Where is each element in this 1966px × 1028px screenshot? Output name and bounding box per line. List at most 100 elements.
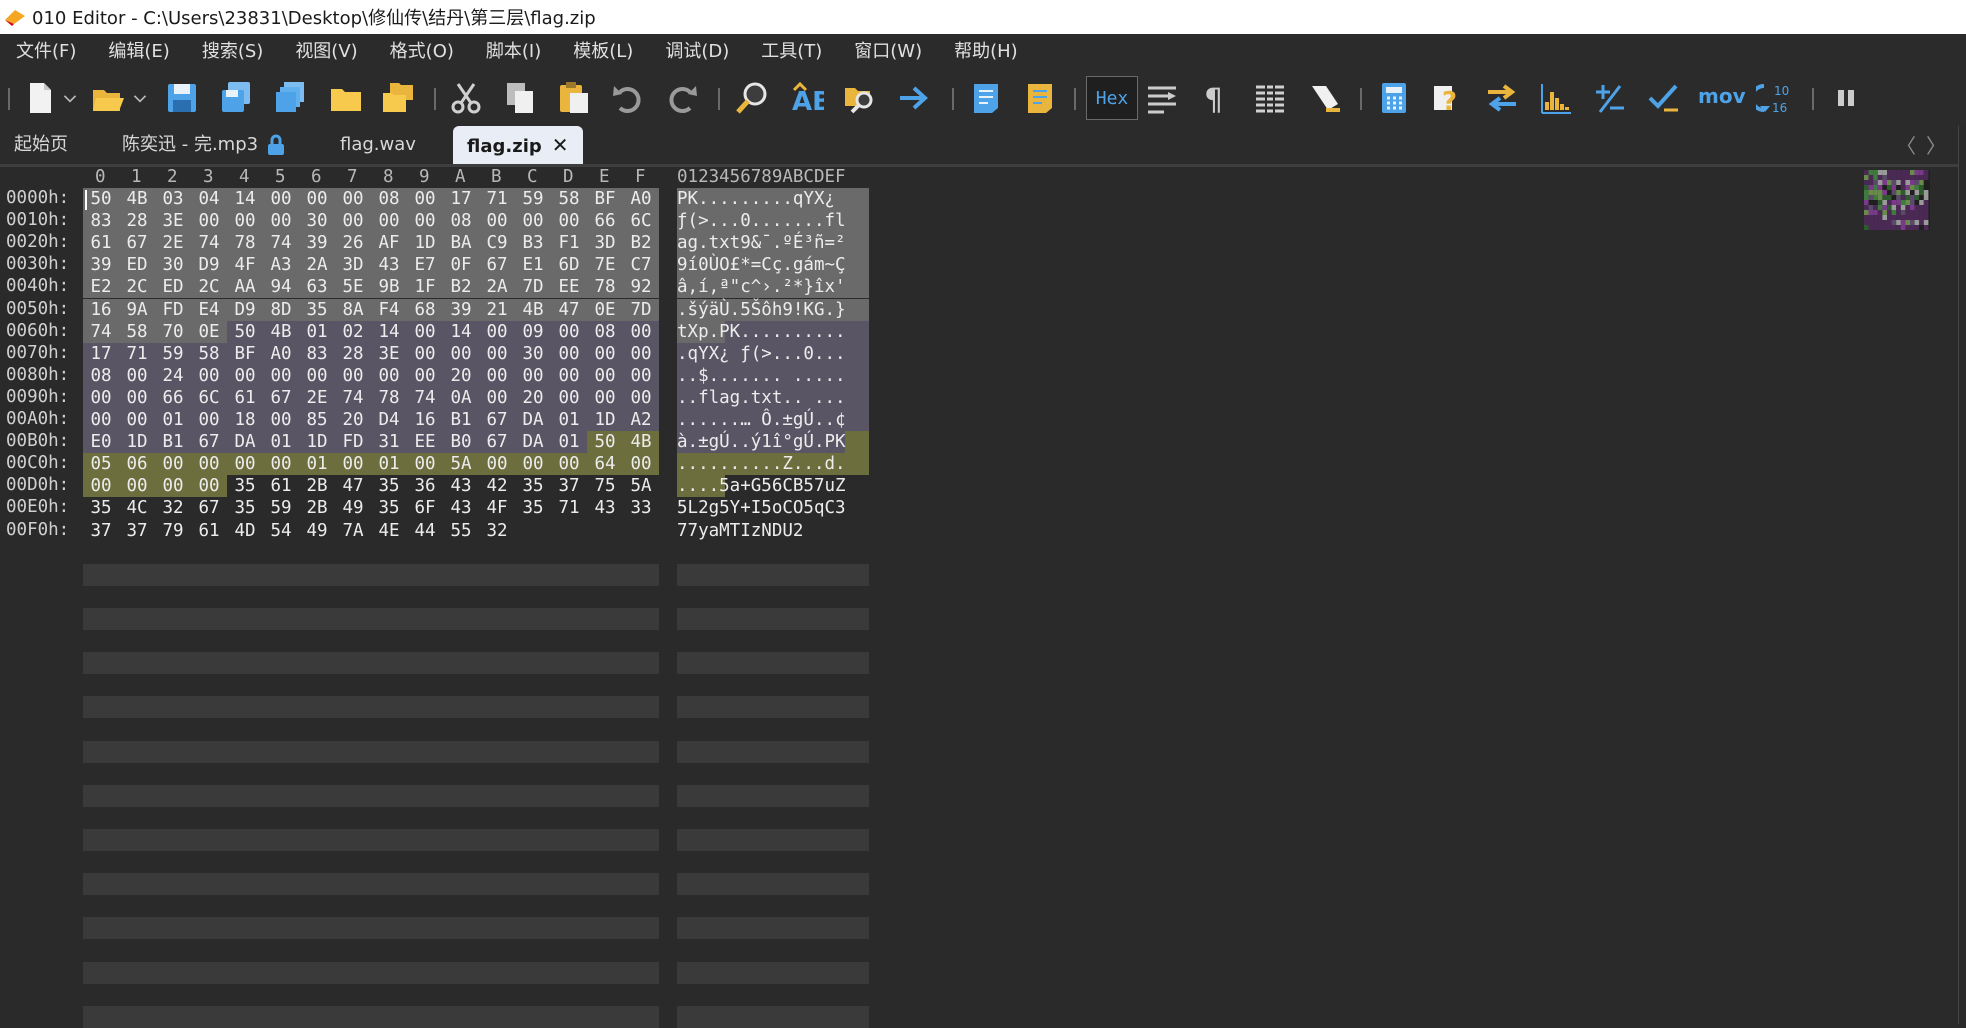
ascii-row[interactable]: 9í0ÙO£*=Cç.gám~Ç [677,254,869,277]
hex-byte[interactable]: 30 [299,210,335,233]
hex-byte[interactable]: 75 [587,475,623,497]
hex-byte[interactable]: 49 [299,520,335,542]
base-converter-button[interactable]: 10 16 [1754,78,1794,118]
hex-byte[interactable]: 00 [479,342,515,365]
hex-byte[interactable]: 20 [335,409,371,431]
hex-byte[interactable]: 00 [191,453,227,476]
hex-byte[interactable]: 74 [335,386,371,409]
hex-byte[interactable]: 00 [587,364,623,387]
hex-byte[interactable]: 0A [443,386,479,409]
hex-byte[interactable]: 78 [227,232,263,255]
ascii-row[interactable]: .qYX¿ ƒ(>...0... [677,342,869,365]
hex-byte[interactable]: 4B [263,320,299,343]
hex-byte[interactable]: 4C [119,497,155,519]
hex-byte[interactable]: 14 [443,320,479,343]
hex-byte[interactable]: 71 [479,188,515,210]
hex-byte[interactable]: 28 [335,342,371,365]
hex-byte[interactable]: E0 [83,431,119,454]
ascii-row[interactable]: tXp.PK.......... [677,320,869,343]
menu-help[interactable]: 帮助(H) [938,34,1034,70]
hex-byte[interactable]: 47 [551,298,587,321]
hex-byte[interactable]: 00 [191,409,227,431]
hex-byte[interactable]: 39 [83,254,119,277]
hex-byte[interactable]: 58 [551,188,587,210]
menu-search[interactable]: 搜索(S) [186,34,279,70]
hex-byte[interactable]: 9A [119,298,155,321]
hex-byte[interactable]: 00 [587,386,623,409]
hex-byte[interactable]: 00 [83,475,119,498]
hex-byte[interactable]: 00 [263,210,299,233]
hex-byte[interactable]: 00 [623,364,659,387]
hex-byte[interactable]: 2E [155,232,191,255]
hex-byte[interactable]: 83 [83,210,119,233]
tab-start-page[interactable]: 起始页 [14,126,68,164]
replace-button[interactable]: AB [786,78,826,118]
hex-byte[interactable]: 1D [299,431,335,454]
hex-byte[interactable]: 00 [443,342,479,365]
hex-byte[interactable]: F1 [551,232,587,255]
open-folder-button[interactable] [326,78,366,118]
hex-byte[interactable]: BF [587,188,623,210]
hex-byte[interactable]: C7 [623,254,659,277]
hex-byte[interactable]: 59 [515,188,551,210]
pause-button[interactable] [1826,78,1866,118]
hex-byte[interactable]: 67 [119,232,155,255]
redo-button[interactable] [662,78,702,118]
hex-byte[interactable]: 74 [263,232,299,255]
hex-byte[interactable]: E7 [407,254,443,277]
save-button[interactable] [162,78,202,118]
tab-flag-zip[interactable]: flag.zip ✕ [453,126,583,164]
undo-button[interactable] [608,78,648,118]
hex-byte[interactable]: 00 [407,342,443,365]
hex-byte[interactable]: 01 [299,320,335,343]
hex-byte[interactable]: 00 [119,386,155,409]
hex-byte[interactable]: 00 [335,188,371,210]
hex-byte[interactable]: 04 [191,188,227,210]
hex-byte[interactable]: 00 [407,364,443,387]
menu-tools[interactable]: 工具(T) [745,34,838,70]
hex-byte[interactable]: 36 [407,475,443,497]
menu-template[interactable]: 模板(L) [557,34,649,70]
hex-byte[interactable]: 61 [263,475,299,497]
hex-byte[interactable]: 26 [335,232,371,255]
hex-byte[interactable]: 24 [155,364,191,387]
hex-byte[interactable]: 35 [83,497,119,519]
hex-byte[interactable]: 4B [623,431,659,454]
hex-byte[interactable]: 1D [587,409,623,431]
hex-byte[interactable]: 2E [299,386,335,409]
hex-byte[interactable]: 74 [407,386,443,409]
operations-button[interactable] [1590,78,1630,118]
hex-byte[interactable]: 7E [587,254,623,277]
copy-button[interactable] [500,78,540,118]
hex-byte[interactable]: 39 [299,232,335,255]
hex-byte[interactable]: AA [227,276,263,299]
hex-byte[interactable]: 61 [227,386,263,409]
hex-byte[interactable]: 00 [299,364,335,387]
hex-byte[interactable]: 00 [119,409,155,431]
columns-button[interactable] [1250,78,1290,118]
hex-byte[interactable]: 1D [119,431,155,454]
hex-byte[interactable]: 00 [263,409,299,431]
hex-byte[interactable]: DA [227,431,263,454]
goto-button[interactable] [894,78,934,118]
hex-byte[interactable]: 00 [479,386,515,409]
hex-byte[interactable]: 00 [551,210,587,233]
hex-byte[interactable]: 01 [263,431,299,454]
edit-as-button[interactable] [1142,78,1182,118]
hex-byte[interactable]: 67 [479,409,515,431]
hex-byte[interactable]: B1 [155,431,191,454]
hex-byte[interactable]: 00 [407,188,443,210]
hex-byte[interactable]: 00 [155,475,191,498]
hex-byte[interactable]: 58 [191,342,227,365]
find-button[interactable] [732,78,772,118]
ascii-row[interactable]: ......… Ô.±gÚ..¢ [677,409,869,431]
hex-byte[interactable]: C9 [479,232,515,255]
hex-byte[interactable]: 28 [119,210,155,233]
hex-byte[interactable]: 79 [155,520,191,542]
hex-byte[interactable]: 2A [479,276,515,299]
hex-byte[interactable]: 00 [263,364,299,387]
hex-byte[interactable]: E4 [191,298,227,321]
hex-byte[interactable]: 6F [407,497,443,519]
hex-byte[interactable]: 21 [479,298,515,321]
hex-byte[interactable]: 14 [371,320,407,343]
